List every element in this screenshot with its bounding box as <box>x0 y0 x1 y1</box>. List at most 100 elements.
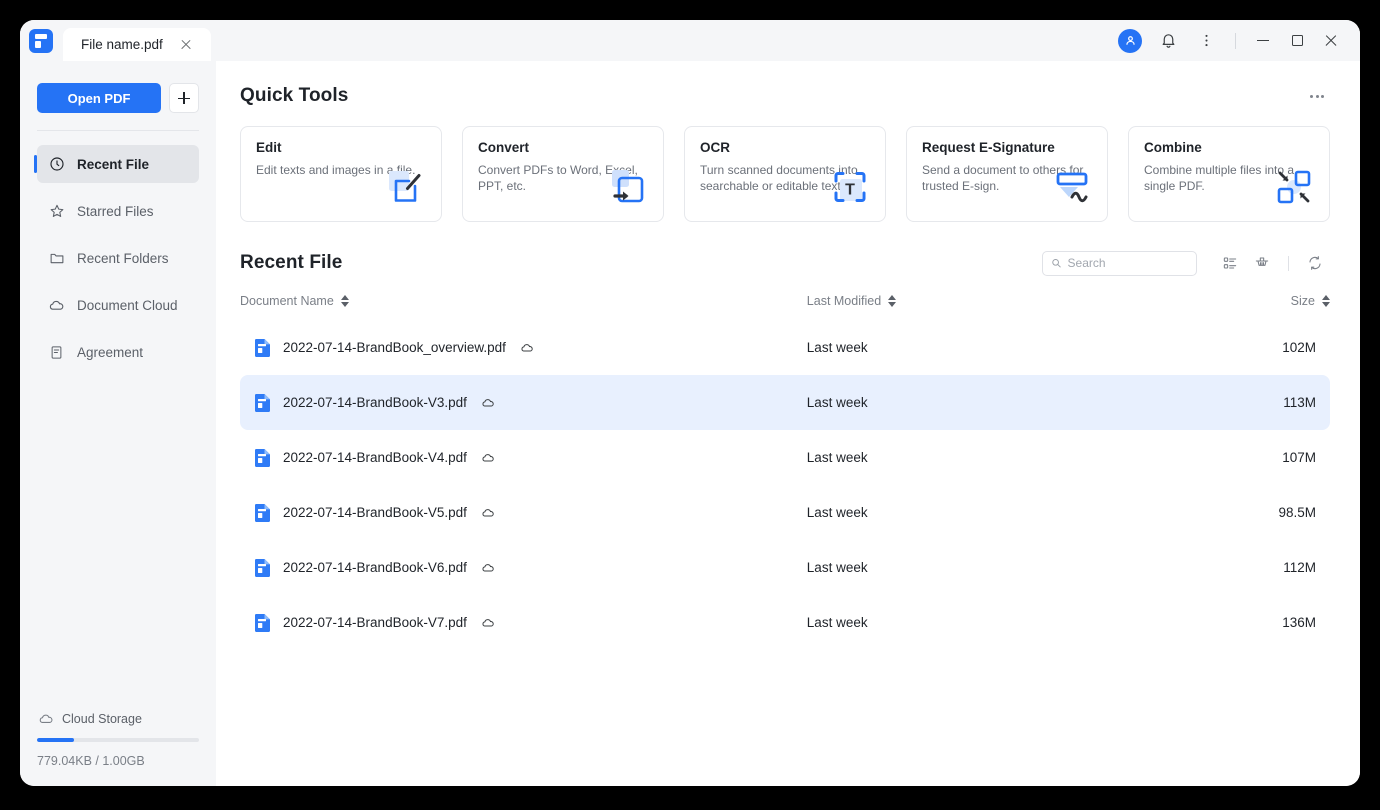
table-row[interactable]: 2022-07-14-BrandBook-V3.pdf Last week113M <box>240 375 1330 430</box>
column-header-size[interactable]: Size <box>1112 288 1330 320</box>
kebab-menu-icon <box>1198 32 1215 49</box>
more-options-button[interactable] <box>1189 24 1223 58</box>
close-tab-icon[interactable] <box>177 36 195 54</box>
table-row[interactable]: 2022-07-14-BrandBook-V6.pdf Last week112M <box>240 540 1330 595</box>
open-pdf-button[interactable]: Open PDF <box>37 83 161 113</box>
cloud-sync-icon[interactable] <box>481 561 495 575</box>
clear-list-button[interactable] <box>1247 248 1277 278</box>
ocr-icon: T <box>829 166 871 208</box>
toolbar-divider <box>1288 256 1289 271</box>
sidebar-item-label: Agreement <box>77 345 143 360</box>
minimize-button[interactable] <box>1248 26 1278 56</box>
cell-document-name[interactable]: 2022-07-14-BrandBook-V7.pdf <box>240 595 807 650</box>
pdf-file-icon <box>254 558 271 578</box>
sidebar-item-label: Recent File <box>77 157 149 172</box>
maximize-button[interactable] <box>1282 26 1312 56</box>
pdf-file-icon <box>254 613 271 633</box>
refresh-button[interactable] <box>1300 248 1330 278</box>
sidebar: Open PDF Recent File <box>20 61 216 786</box>
table-row[interactable]: 2022-07-14-BrandBook-V7.pdfLast week136M <box>240 595 1330 650</box>
sidebar-item-recent-file[interactable]: Recent File <box>37 145 199 183</box>
search-icon <box>1051 257 1062 269</box>
list-view-button[interactable] <box>1215 248 1245 278</box>
table-row[interactable]: 2022-07-14-BrandBook_overview.pdfLast we… <box>240 320 1330 375</box>
notifications-button[interactable] <box>1151 24 1185 58</box>
cell-size: 112M <box>1112 540 1330 595</box>
document-tab[interactable]: File name.pdf <box>63 28 211 61</box>
cell-size: 113M <box>1112 375 1330 430</box>
cell-document-name[interactable]: 2022-07-14-BrandBook-V5.pdf <box>240 485 807 540</box>
card-title: Edit <box>256 140 423 155</box>
cell-last-modified: Last week <box>807 375 1112 430</box>
cell-last-modified: Last week <box>807 540 1112 595</box>
cloud-storage-label: Cloud Storage <box>62 712 142 726</box>
quick-tool-card-combine[interactable]: Combine Combine multiple files into a si… <box>1128 126 1330 222</box>
column-header-last-modified[interactable]: Last Modified <box>807 288 1112 320</box>
cloud-sync-icon[interactable] <box>520 341 534 355</box>
cloud-storage-icon <box>37 710 54 727</box>
convert-icon <box>607 166 649 208</box>
agreement-icon <box>48 344 65 361</box>
file-name-label: 2022-07-14-BrandBook-V6.pdf <box>283 560 467 575</box>
add-file-button[interactable] <box>169 83 199 113</box>
quick-tools-cards: Edit Edit texts and images in a file. Co… <box>240 126 1330 222</box>
search-input[interactable] <box>1068 256 1188 270</box>
column-label: Last Modified <box>807 294 881 308</box>
column-label: Size <box>1291 294 1315 308</box>
document-tab-label: File name.pdf <box>81 37 163 52</box>
quick-tool-card-convert[interactable]: Convert Convert PDFs to Word, Excel, PPT… <box>462 126 664 222</box>
sort-toggle-icon[interactable] <box>341 295 349 307</box>
sidebar-item-label: Recent Folders <box>77 251 169 266</box>
pdf-file-icon <box>254 448 271 468</box>
cell-document-name[interactable]: 2022-07-14-BrandBook-V4.pdf <box>240 430 807 485</box>
sidebar-item-starred-files[interactable]: Starred Files <box>37 192 199 230</box>
titlebar-divider <box>1235 33 1236 49</box>
column-header-document-name[interactable]: Document Name <box>240 288 807 320</box>
sidebar-item-agreement[interactable]: Agreement <box>37 333 199 371</box>
cell-size: 102M <box>1112 320 1330 375</box>
table-row[interactable]: 2022-07-14-BrandBook-V5.pdfLast week98.5… <box>240 485 1330 540</box>
storage-progress-fill <box>37 738 74 742</box>
pdf-file-icon <box>254 393 271 413</box>
sidebar-divider <box>37 130 199 131</box>
sidebar-item-recent-folders[interactable]: Recent Folders <box>37 239 199 277</box>
cell-last-modified: Last week <box>807 595 1112 650</box>
cell-last-modified: Last week <box>807 485 1112 540</box>
recent-file-toolbar <box>1042 248 1330 278</box>
quick-tool-card-ocr[interactable]: OCR Turn scanned documents into searchab… <box>684 126 886 222</box>
cloud-sync-icon[interactable] <box>481 451 495 465</box>
file-name-label: 2022-07-14-BrandBook-V3.pdf <box>283 395 467 410</box>
account-button[interactable] <box>1113 24 1147 58</box>
quick-tools-header: Quick Tools <box>240 83 1330 109</box>
title-bar-actions <box>1113 20 1360 61</box>
close-window-button[interactable] <box>1316 26 1346 56</box>
cloud-sync-icon[interactable] <box>481 616 495 630</box>
list-view-icon <box>1222 255 1238 271</box>
quick-tools-more-button[interactable] <box>1304 83 1330 109</box>
file-name-label: 2022-07-14-BrandBook-V4.pdf <box>283 450 467 465</box>
cloud-sync-icon[interactable] <box>481 396 495 410</box>
cell-size: 98.5M <box>1112 485 1330 540</box>
storage-progress-bar <box>37 738 199 742</box>
quick-tool-card-request-e-signature[interactable]: Request E-Signature Send a document to o… <box>906 126 1108 222</box>
pdf-file-icon <box>254 338 271 358</box>
cloud-sync-icon[interactable] <box>481 506 495 520</box>
quick-tools-title: Quick Tools <box>240 85 348 107</box>
quick-tool-card-edit[interactable]: Edit Edit texts and images in a file. <box>240 126 442 222</box>
folder-icon <box>48 250 65 267</box>
search-box[interactable] <box>1042 251 1197 276</box>
sidebar-item-document-cloud[interactable]: Document Cloud <box>37 286 199 324</box>
refresh-icon <box>1307 255 1323 271</box>
sort-toggle-icon[interactable] <box>1322 295 1330 307</box>
cell-document-name[interactable]: 2022-07-14-BrandBook_overview.pdf <box>240 320 807 375</box>
combine-icon <box>1273 166 1315 208</box>
card-title: Combine <box>1144 140 1311 155</box>
sort-toggle-icon[interactable] <box>888 295 896 307</box>
main-content: Quick Tools Edit Edit texts and images i… <box>216 61 1360 786</box>
cell-document-name[interactable]: 2022-07-14-BrandBook-V6.pdf <box>240 540 807 595</box>
table-header-row: Document Name Last Modified <box>240 288 1330 320</box>
maximize-icon <box>1292 35 1303 46</box>
title-bar: File name.pdf <box>20 20 1360 61</box>
cell-document-name[interactable]: 2022-07-14-BrandBook-V3.pdf <box>240 375 807 430</box>
table-row[interactable]: 2022-07-14-BrandBook-V4.pdfLast week107M <box>240 430 1330 485</box>
